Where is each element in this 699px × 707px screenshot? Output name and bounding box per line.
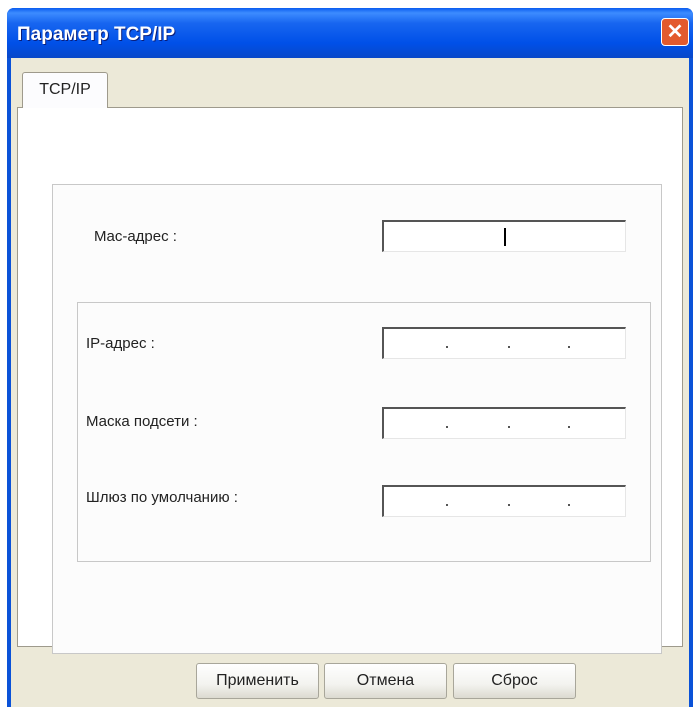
ip-separator <box>508 504 510 506</box>
mac-address-label: Mac-адрес : <box>94 228 177 245</box>
subnet-mask-field[interactable] <box>382 407 626 439</box>
apply-button[interactable]: Применить <box>196 663 319 699</box>
close-button[interactable]: ✕ <box>661 18 689 46</box>
ip-separator <box>508 346 510 348</box>
text-cursor <box>504 228 506 246</box>
ip-separator <box>446 426 448 428</box>
tab-tcp-ip[interactable]: TCP/IP <box>22 72 108 108</box>
dialog-window: Параметр TCP/IP ✕ TCP/IP Mac-адрес : IP-… <box>7 8 693 707</box>
ip-separator <box>446 504 448 506</box>
subnet-mask-label: Маска подсети : <box>86 413 198 430</box>
reset-button[interactable]: Сброс <box>453 663 576 699</box>
tab-panel: Mac-адрес : IP-адрес : Маска подсети : Ш… <box>17 107 683 654</box>
ip-address-field[interactable] <box>382 327 626 359</box>
gateway-label: Шлюз по умолчанию : <box>86 489 238 506</box>
mac-address-field[interactable] <box>382 220 626 252</box>
ip-separator <box>446 346 448 348</box>
window-title: Параметр TCP/IP <box>17 24 176 45</box>
title-bar[interactable]: Параметр TCP/IP ✕ <box>7 8 693 58</box>
ip-separator <box>508 426 510 428</box>
ip-address-label: IP-адрес : <box>86 335 155 352</box>
cancel-button[interactable]: Отмена <box>324 663 447 699</box>
ip-separator <box>568 426 570 428</box>
ip-separator <box>568 346 570 348</box>
ip-separator <box>568 504 570 506</box>
dialog-body: TCP/IP Mac-адрес : IP-адрес : Маска подс… <box>11 58 689 707</box>
gateway-field[interactable] <box>382 485 626 517</box>
close-icon: ✕ <box>666 21 684 43</box>
